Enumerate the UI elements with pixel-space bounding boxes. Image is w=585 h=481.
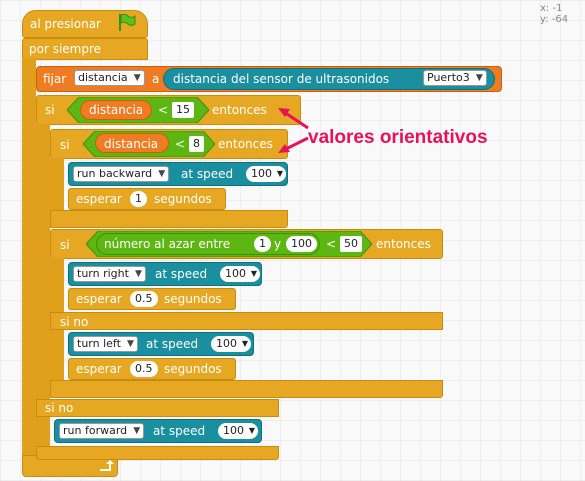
set-label: fijar (43, 72, 67, 86)
turn-right-speed-input[interactable]: 100 ▼ (220, 266, 260, 282)
turn-left-direction: turn left (77, 337, 121, 350)
run-backward-speed: 100 (251, 167, 272, 180)
dropdown-arrow-icon: ▼ (276, 169, 283, 178)
y-value: -64 (551, 14, 569, 25)
run-backward-speed-input[interactable]: 100 ▼ (246, 166, 286, 182)
if2-value-input[interactable]: 8 (189, 136, 204, 152)
wait1-value-input[interactable]: 1 (130, 191, 147, 207)
dropdown-arrow-icon: ▼ (133, 426, 141, 436)
set-a-label: a (152, 72, 160, 86)
hat-label: al presionar (30, 17, 101, 31)
coordinates-readout: x: -1 y: -64 (540, 3, 568, 25)
dropdown-arrow-icon: ▼ (135, 269, 142, 279)
set-variable-value: distancia (78, 71, 128, 84)
turn-right-dropdown[interactable]: turn right ▼ (73, 266, 146, 282)
wait3-value-input[interactable]: 0.5 (130, 361, 158, 377)
if3-si: si (60, 238, 70, 252)
wait3-unit: segundos (164, 362, 222, 376)
run-forward-speed-input[interactable]: 100 ▼ (218, 423, 258, 439)
if1-else-label: si no (45, 401, 74, 415)
turn-left-speed-input[interactable]: 100 ▼ (211, 336, 251, 352)
sensor-label: distancia del sensor de ultrasonidos (173, 72, 390, 86)
loop-arrow-icon (100, 460, 114, 471)
green-flag-icon (119, 13, 136, 31)
run-forward-speed-label: at speed (153, 424, 206, 438)
run-backward-speed-label: at speed (181, 167, 234, 181)
if2-bottom (50, 210, 288, 228)
turn-left-dropdown[interactable]: turn left ▼ (73, 336, 138, 352)
wait1-unit: segundos (154, 192, 212, 206)
turn-right-direction: turn right (77, 267, 129, 280)
turn-right-speed: 100 (225, 267, 246, 280)
dropdown-arrow-icon: ▼ (241, 339, 248, 348)
if1-var: distancia (89, 103, 144, 117)
forever-label: por siempre (29, 42, 102, 56)
dropdown-arrow-icon: ▼ (248, 426, 255, 435)
if3-bottom (50, 380, 443, 398)
if3-y-label: y (274, 237, 282, 251)
run-backward-dropdown[interactable]: run backward ▼ (73, 166, 170, 182)
port-dropdown[interactable]: Puerto3 ▼ (423, 70, 487, 86)
if1-op: < (158, 103, 169, 117)
if1-arm (36, 124, 50, 446)
x-label: x: (540, 3, 550, 14)
wait2-unit: segundos (164, 292, 222, 306)
x-value: -1 (552, 3, 563, 14)
if2-op: < (175, 137, 186, 151)
if3-op: < (326, 237, 337, 251)
if3-else-bar (50, 312, 443, 330)
if1-then: entonces (212, 103, 267, 117)
if3-then: entonces (376, 237, 431, 251)
dropdown-arrow-icon: ▼ (475, 73, 483, 83)
dropdown-arrow-icon: ▼ (250, 269, 257, 278)
if2-si: si (60, 138, 70, 152)
if1-value-input[interactable]: 15 (172, 102, 194, 118)
if3-rand-label: número al azar entre (104, 237, 231, 251)
forever-arm (22, 58, 36, 461)
dropdown-arrow-icon: ▼ (133, 73, 141, 83)
if1-si: si (45, 103, 55, 117)
set-variable-dropdown[interactable]: distancia ▼ (74, 70, 145, 86)
annotation-text: valores orientativos (308, 127, 488, 148)
wait1-label: esperar (76, 192, 122, 206)
if3-to-input[interactable]: 100 (286, 236, 317, 252)
if1-bottom (36, 446, 279, 460)
turn-left-speed: 100 (216, 337, 237, 350)
if3-from-input[interactable]: 1 (254, 236, 271, 252)
run-forward-dropdown[interactable]: run forward ▼ (59, 423, 145, 439)
run-backward-direction: run backward (77, 167, 153, 180)
wait2-value-input[interactable]: 0.5 (130, 291, 158, 307)
turn-left-speed-label: at speed (146, 337, 199, 351)
dropdown-arrow-icon: ▼ (126, 339, 134, 349)
wait2-label: esperar (76, 292, 122, 306)
dropdown-arrow-icon: ▼ (158, 169, 166, 179)
run-forward-speed: 100 (223, 424, 244, 437)
turn-right-speed-label: at speed (155, 267, 208, 281)
wait3-label: esperar (76, 362, 122, 376)
if3-value-input[interactable]: 50 (340, 236, 362, 252)
port-value: Puerto3 (427, 71, 470, 84)
y-label: y: (540, 14, 549, 25)
if2-then: entonces (218, 137, 273, 151)
run-forward-direction: run forward (63, 424, 128, 437)
arrow-to-15 (283, 110, 309, 130)
if2-var: distancia (104, 137, 159, 151)
if3-else-label: si no (60, 315, 89, 329)
